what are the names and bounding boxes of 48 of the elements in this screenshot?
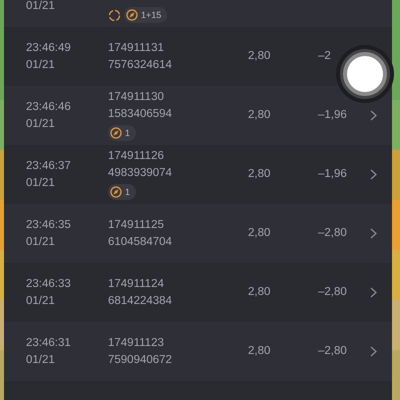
compass-icon [110, 186, 122, 198]
order-id: 174911126 [108, 150, 165, 162]
order-id: 174911131 [108, 42, 165, 54]
time-text: 23:46:46 [26, 100, 72, 114]
time-text: 23:46:35 [26, 218, 72, 232]
price-text: 2,80 [248, 227, 272, 240]
count-badge: 1 [108, 184, 136, 200]
order-code: 6814224384 [108, 294, 173, 308]
amount-text: –1,96 [318, 109, 348, 122]
price-text: 2,80 [248, 286, 272, 299]
order-id: 174911125 [108, 218, 165, 232]
amount-text: –2,80 [318, 227, 348, 240]
list-row[interactable]: 23:46:46 01/21 174911130 1583406594 1 2,80 –1,96 [4, 86, 392, 145]
order-id: 174911123 [108, 336, 165, 350]
date-text: 01/21 [26, 236, 56, 248]
price-text: 2,80 [248, 109, 272, 122]
date-text: 01/21 [26, 58, 56, 72]
price-text: 2,80 [248, 345, 272, 358]
list-row[interactable]: 23:46:35 01/21 174911125 6104584704 2,80 –2,80 [4, 204, 392, 263]
order-code: 7576324614 [108, 58, 173, 72]
price-text: 2,80 [248, 50, 272, 63]
order-code: 7590940672 [108, 354, 173, 366]
time-text: 23:46:49 [26, 42, 72, 54]
amount-text: –2 [318, 50, 332, 63]
time-text: 23:46:31 [26, 336, 72, 350]
compass-icon [126, 9, 138, 21]
spinner-icon [108, 8, 121, 22]
amount-text: –1,96 [318, 168, 348, 181]
count-badge: 1+15 [124, 7, 168, 23]
amount-text: –2,80 [318, 345, 348, 358]
order-id: 174911124 [108, 278, 165, 290]
date-text: 01/21 [26, 294, 56, 308]
order-code: 4983939074 [108, 166, 173, 180]
amount-text: –2,80 [318, 286, 348, 299]
count-badge: 1 [108, 124, 136, 140]
order-code: 1583406594 [108, 108, 173, 120]
order-id: 174911130 [108, 90, 165, 104]
date-text: 01/21 [26, 176, 56, 190]
time-text: 23:46:37 [26, 160, 72, 172]
date-text: 01/21 [26, 0, 56, 13]
list-row[interactable]: 01/21 1+15 [4, 0, 392, 27]
time-text: 23:46:33 [26, 278, 72, 290]
date-text: 01/21 [26, 354, 56, 366]
price-text: 2,80 [248, 168, 272, 181]
list-row[interactable]: 23:46:31 01/21 174911123 7590940672 2,80 –2,80 [4, 322, 392, 381]
order-code: 6104584704 [108, 236, 173, 248]
compass-icon [110, 126, 122, 138]
date-text: 01/21 [26, 118, 56, 130]
